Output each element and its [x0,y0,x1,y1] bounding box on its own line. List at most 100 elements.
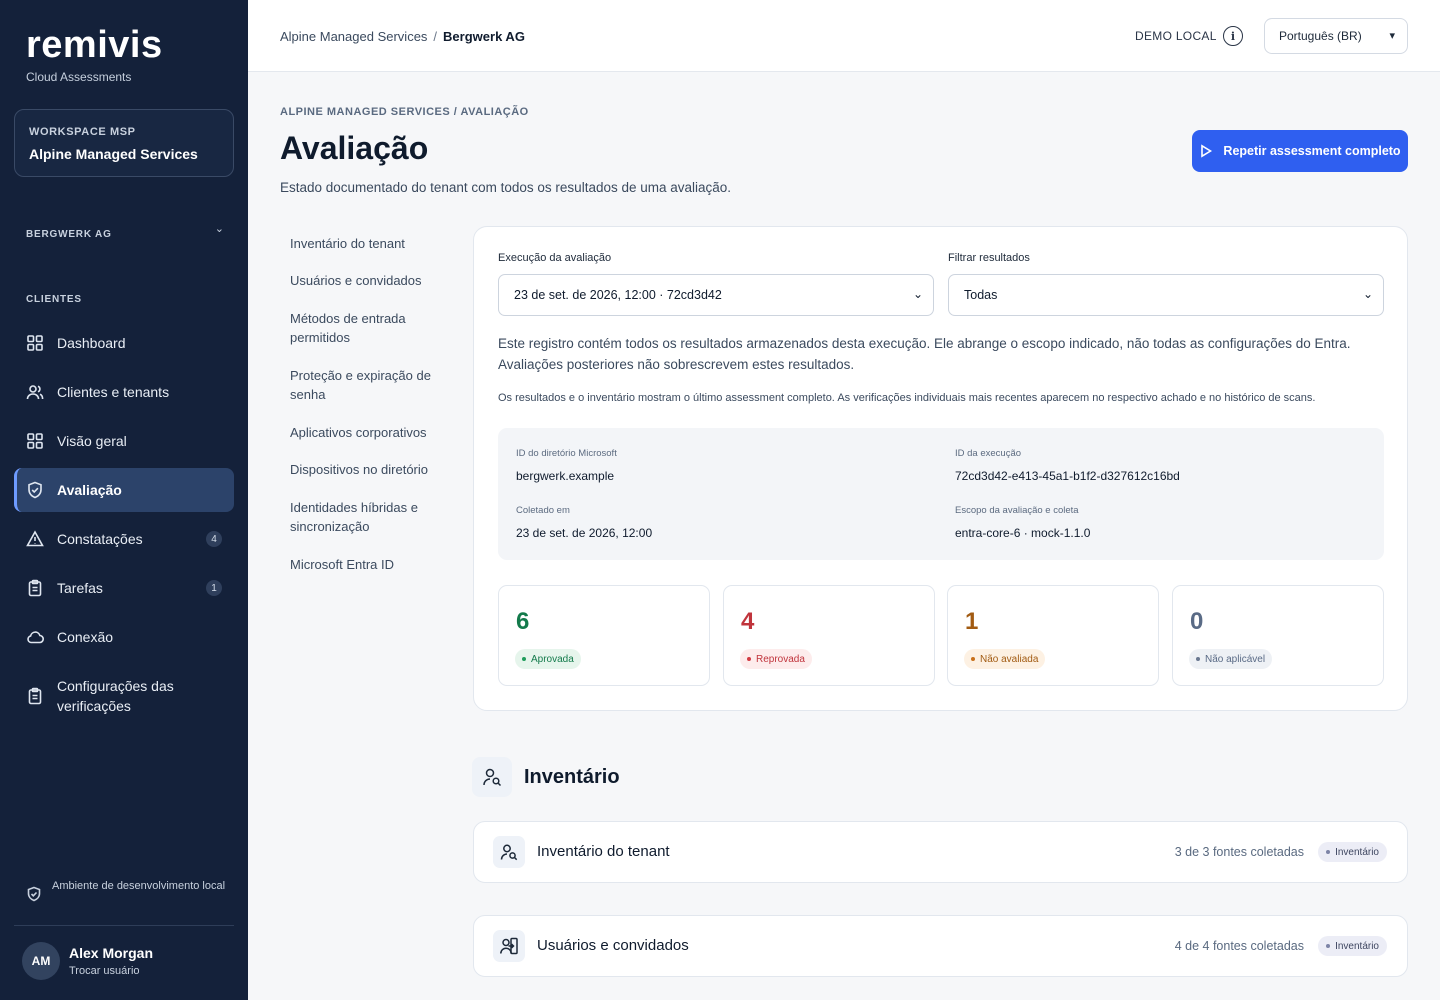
sidebar-item-label: Configurações das verificações [57,678,174,714]
language-select-value: Português (BR) [1279,29,1362,43]
page-breadcrumb: ALPINE MANAGED SERVICES / AVALIAÇÃO [280,106,529,118]
filter-select-label: Filtrar resultados [948,252,1030,264]
workspace-label: WORKSPACE MSP [29,126,136,138]
grid-icon [26,334,44,352]
repeat-assessment-label: Repetir assessment completo [1223,144,1401,158]
tenant-selector-label: BERGWERK AG [26,229,112,240]
run-select-value: 23 de set. de 2026, 12:00 · 72cd3d42 [514,288,722,302]
stat-card-not-applicable[interactable]: 0 Não aplicável [1172,585,1384,686]
divider [14,925,234,926]
status-dot [747,657,751,661]
avatar[interactable]: AM [22,942,60,980]
inventory-row-title: Inventário do tenant [537,843,670,860]
section-nav-item[interactable]: Aplicativos corporativos [290,423,440,442]
sidebar-item-label: Avaliação [57,482,122,498]
stat-card-passed[interactable]: 6 Aprovada [498,585,710,686]
status-badge: Não avaliada [964,649,1046,669]
info-icon[interactable]: i [1223,26,1243,46]
inventory-section-title: Inventário [524,766,620,788]
sidebar-item-findings[interactable]: Constatações 4 [14,517,234,561]
count-badge: 1 [206,580,222,596]
tenant-selector[interactable]: BERGWERK AG ⌄ [26,223,224,242]
section-nav-item[interactable]: Microsoft Entra ID [290,555,440,574]
language-select[interactable]: Português (BR) ▾ [1264,18,1408,54]
run-select-label: Execução da avaliação [498,252,612,264]
brand-logo[interactable]: remivis [26,24,163,67]
sidebar-item-label: Tarefas [57,580,103,596]
inventory-row-meta: 3 de 3 fontes coletadas [1174,845,1304,859]
sidebar-item-check-settings[interactable]: Configurações das verificações [14,664,234,728]
inventory-badge: Inventário [1318,936,1387,956]
run-select[interactable]: 23 de set. de 2026, 12:00 · 72cd3d42 ⌄ [498,274,934,316]
demo-label: DEMO LOCAL [1135,29,1217,43]
inventory-row-title: Usuários e convidados [537,937,689,954]
inventory-row-users[interactable]: Usuários e convidados 4 de 4 fontes cole… [473,915,1408,977]
status-badge: Reprovada [740,649,812,669]
status-label: Não avaliada [980,653,1039,665]
sidebar-item-clients-tenants[interactable]: Clientes e tenants [14,370,234,414]
results-note: Os resultados e o inventário mostram o ú… [498,392,1316,404]
sidebar-item-label: Constatações [57,531,143,547]
badge-dot [1326,850,1331,854]
stat-value: 0 [1190,608,1204,635]
collected-at-label: Coletado em [516,505,570,516]
user-search-icon [493,836,525,868]
count-badge: 4 [206,531,222,547]
play-icon [1201,144,1213,158]
breadcrumb-current: Bergwerk AG [443,29,525,44]
chevron-down-icon: ⌄ [214,223,224,235]
directory-id-value: bergwerk.example [516,469,615,483]
inventory-row-meta: 4 de 4 fontes coletadas [1174,939,1304,953]
users-icon [26,383,44,401]
sidebar-item-assessment[interactable]: Avaliação [14,468,234,512]
section-nav-item[interactable]: Dispositivos no diretório [290,460,440,479]
page-description: Estado documentado do tenant com todos o… [280,180,732,195]
brand-subtitle: Cloud Assessments [26,70,132,84]
run-metadata: ID do diretório Microsoft bergwerk.examp… [498,428,1384,560]
inventory-badge-label: Inventário [1335,940,1379,952]
grid-icon [26,432,44,450]
cloud-icon [26,628,44,646]
filter-select[interactable]: Todas ⌄ [948,274,1384,316]
inventory-badge-label: Inventário [1335,846,1379,858]
clipboard-icon [26,687,44,705]
shield-check-icon [26,481,44,499]
run-id-label: ID da execução [955,448,1022,459]
status-dot [971,657,975,661]
status-label: Aprovada [531,653,574,665]
sidebar-item-dashboard[interactable]: Dashboard [14,321,234,365]
assessment-card: Execução da avaliação 23 de set. de 2026… [473,226,1408,711]
stat-value: 1 [965,608,979,635]
section-nav-item[interactable]: Proteção e expiração de senha [290,366,440,404]
repeat-assessment-button[interactable]: Repetir assessment completo [1192,130,1408,172]
inventory-section-icon [472,757,512,797]
user-import-icon [493,930,525,962]
environment-note-text: Ambiente de desenvolvimento local [52,880,226,892]
section-nav-item[interactable]: Métodos de entrada permitidos [290,309,440,347]
breadcrumb-separator: / [433,29,438,44]
warning-icon [26,530,44,548]
workspace-switcher[interactable]: WORKSPACE MSP Alpine Managed Services [14,109,234,177]
stat-card-failed[interactable]: 4 Reprovada [723,585,935,686]
section-nav-item[interactable]: Usuários e convidados [290,271,440,290]
scope-value: entra-core-6 · mock-1.1.0 [955,526,1091,540]
status-badge: Não aplicável [1189,649,1273,669]
status-badge: Aprovada [515,649,581,669]
user-search-icon [483,768,502,787]
inventory-row-tenant[interactable]: Inventário do tenant 3 de 3 fontes colet… [473,821,1408,883]
section-nav-item[interactable]: Identidades híbridas e sincronização [290,498,440,536]
switch-user-link[interactable]: Trocar usuário [69,965,140,977]
sidebar-item-tasks[interactable]: Tarefas 1 [14,566,234,610]
breadcrumb-parent[interactable]: Alpine Managed Services [280,29,427,44]
sidebar-item-overview[interactable]: Visão geral [14,419,234,463]
status-label: Reprovada [756,653,805,665]
inventory-badge: Inventário [1318,842,1387,862]
clipboard-icon [26,579,44,597]
breadcrumb: Alpine Managed Services / Bergwerk AG [280,29,525,44]
stat-card-not-evaluated[interactable]: 1 Não avaliada [947,585,1159,686]
section-nav-item[interactable]: Inventário do tenant [290,234,440,253]
topbar: Alpine Managed Services / Bergwerk AG DEMO… [248,0,1440,72]
scope-label: Escopo da avaliação e coleta [955,505,1079,516]
sidebar-item-label: Dashboard [57,335,126,351]
sidebar-item-connection[interactable]: Conexão [14,615,234,659]
